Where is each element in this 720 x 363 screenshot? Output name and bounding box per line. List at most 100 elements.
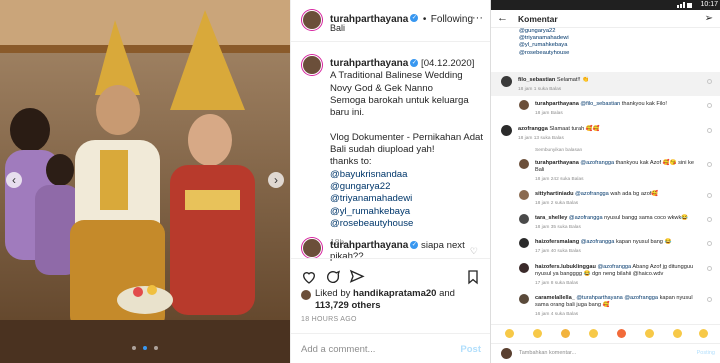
separator-dot: • — [422, 14, 427, 25]
comment-meta[interactable]: 16 jam 4 suka Balas — [535, 311, 695, 318]
liker-username[interactable]: handikapratama20 — [353, 288, 436, 299]
mention-link[interactable]: @rosebeautyhouse — [519, 50, 569, 57]
emoji-clap-icon[interactable] — [561, 329, 570, 338]
mention-link[interactable]: @bayukrisnandaa — [330, 169, 485, 181]
emoji-kiss-icon[interactable] — [589, 329, 598, 338]
comment-username[interactable]: haizofersmalang — [535, 239, 579, 245]
comment-heart-icon[interactable] — [707, 162, 712, 167]
next-photo-button[interactable]: › — [268, 172, 284, 188]
signal-battery-icon — [677, 2, 692, 8]
hide-replies-link[interactable]: Sembunyikan balasan — [535, 148, 582, 153]
comment-username[interactable]: tara_shelley — [535, 215, 567, 221]
caption-avatar[interactable] — [302, 55, 322, 75]
comment-mention[interactable]: @azofrangga — [569, 215, 603, 221]
post-photo[interactable]: ‹ › — [0, 0, 290, 363]
previous-photo-button[interactable]: ‹ — [6, 172, 22, 188]
comment-heart-icon[interactable] — [707, 79, 712, 84]
avatar[interactable] — [519, 238, 529, 248]
caption-line: Bali sudah diupload yah! — [330, 144, 435, 156]
comment-heart-icon[interactable]: ♡ — [470, 246, 478, 257]
avatar[interactable] — [519, 100, 529, 110]
comment-username[interactable]: azofrangga — [518, 126, 548, 132]
emoji-surprised-icon[interactable] — [699, 329, 708, 338]
comment-mention[interactable]: @filo_sebastian — [580, 101, 620, 107]
comment-mention[interactable]: @azofrangga — [580, 160, 614, 166]
avatar[interactable] — [519, 263, 529, 273]
more-options-icon[interactable]: ··· — [472, 12, 483, 24]
comment-heart-icon[interactable] — [707, 103, 712, 108]
mention-link[interactable]: @gungarya22 — [330, 181, 485, 193]
emoji-laugh-icon[interactable] — [645, 329, 654, 338]
comment-username[interactable]: haizofers.lubuklinggau — [535, 264, 596, 270]
comment-mention[interactable]: @turahparthayana @azofrangga — [576, 295, 658, 301]
emoji-fire-icon[interactable] — [617, 329, 626, 338]
comment-meta[interactable]: 17 jam 8 suka Balas — [535, 280, 695, 287]
mention-link[interactable]: @rosebeautyhouse — [330, 218, 485, 230]
add-comment-input[interactable]: Add a comment... — [301, 344, 375, 355]
avatar[interactable] — [519, 190, 529, 200]
comment-heart-icon[interactable] — [707, 241, 712, 246]
bookmark-icon[interactable] — [465, 269, 481, 285]
share-icon[interactable] — [349, 269, 365, 285]
comment-mention[interactable]: @azofrangga — [597, 264, 631, 270]
location[interactable]: Bali — [330, 23, 345, 33]
comment-heart-icon[interactable] — [707, 128, 712, 133]
comment-username[interactable]: caramelallella_ — [535, 295, 575, 301]
mention-link[interactable]: @gungarya22 — [519, 28, 569, 35]
emoji-smile-icon[interactable] — [533, 329, 542, 338]
comment: turahparthayana @filo_sebastian thankyou… — [535, 101, 700, 117]
direct-send-icon[interactable]: ➢ — [705, 13, 713, 24]
mention-link[interactable]: @triyanamahadewi — [519, 35, 569, 42]
back-arrow-icon[interactable]: ← — [497, 12, 508, 24]
comment-heart-icon[interactable] — [707, 217, 712, 222]
avatar[interactable] — [501, 76, 512, 87]
comment-username[interactable]: turahparthayana — [535, 160, 579, 166]
carousel-dot-active — [143, 346, 147, 350]
avatar[interactable] — [519, 159, 529, 169]
post-comment-button[interactable]: Post — [460, 344, 481, 355]
avatar[interactable] — [519, 294, 529, 304]
comment-username[interactable]: sittyhartiniadu — [535, 191, 574, 197]
likes-suffix[interactable]: others — [349, 300, 380, 311]
reply-avatar[interactable] — [302, 238, 322, 258]
caption-username[interactable]: turahparthayana — [330, 58, 408, 69]
comment-username[interactable]: filo_sebastian — [518, 77, 555, 83]
caption-links-continued: @gungarya22 @triyanamahadewi @yl_rumahke… — [519, 28, 569, 57]
comment-heart-icon[interactable] — [707, 297, 712, 302]
status-time: 10:17 — [700, 1, 718, 8]
avatar[interactable] — [501, 125, 512, 136]
following-button[interactable]: Following — [431, 14, 473, 25]
comment-meta[interactable]: 17 jam 40 suka Balas — [535, 248, 700, 255]
emoji-heart-eyes-icon[interactable] — [505, 329, 514, 338]
comment-heart-icon[interactable] — [707, 266, 712, 271]
posting-button[interactable]: Posting — [697, 350, 715, 356]
comment-input[interactable]: Tambahkan komentar... — [519, 350, 576, 356]
comment-username[interactable]: turahparthayana — [535, 101, 579, 107]
comment-meta[interactable]: 18 jam 13 suka Balas — [518, 135, 698, 142]
avatar[interactable] — [302, 10, 322, 30]
comment-meta[interactable]: 18 jam 35 suka Balas — [535, 224, 700, 231]
comment-meta[interactable]: 18 jam 1 suka Balas — [518, 86, 698, 93]
comment-heart-icon[interactable] — [707, 193, 712, 198]
mention-link[interactable]: @triyanamahadewi — [330, 193, 485, 205]
avatar[interactable] — [519, 214, 529, 224]
comment-icon[interactable] — [325, 269, 341, 285]
comment: haizofersmalang @azofrangga kapan nyusul… — [535, 239, 700, 255]
likes-count[interactable]: 113,729 — [315, 300, 349, 311]
comment-mention[interactable]: @azofrangga — [581, 239, 615, 245]
likes-prefix: Liked by — [315, 288, 354, 299]
liker-avatar[interactable] — [301, 290, 311, 300]
mention-link[interactable]: @yl_rumahkebaya — [330, 206, 485, 218]
comment-username[interactable]: turahparthayana — [330, 240, 408, 251]
comment-mention[interactable]: @azofrangga — [575, 191, 609, 197]
comment-meta[interactable]: 18 jam Balas — [535, 110, 700, 117]
post-panel: turahparthayana ✓ • Following Bali ··· tu… — [290, 0, 491, 363]
post-timestamp[interactable]: 18 HOURS AGO — [301, 316, 357, 323]
comment-meta[interactable]: 18 jam 242 suka Balas — [535, 176, 695, 183]
comment: filo_sebastian Selamat!! 👏 18 jam 1 suka… — [518, 77, 698, 93]
mention-link[interactable]: @yl_rumahkebaya — [519, 42, 569, 49]
emoji-cry-icon[interactable] — [673, 329, 682, 338]
carousel-dot — [131, 346, 136, 350]
like-icon[interactable] — [301, 269, 317, 285]
comment-meta[interactable]: 18 jam 2 suka Balas — [535, 200, 700, 207]
